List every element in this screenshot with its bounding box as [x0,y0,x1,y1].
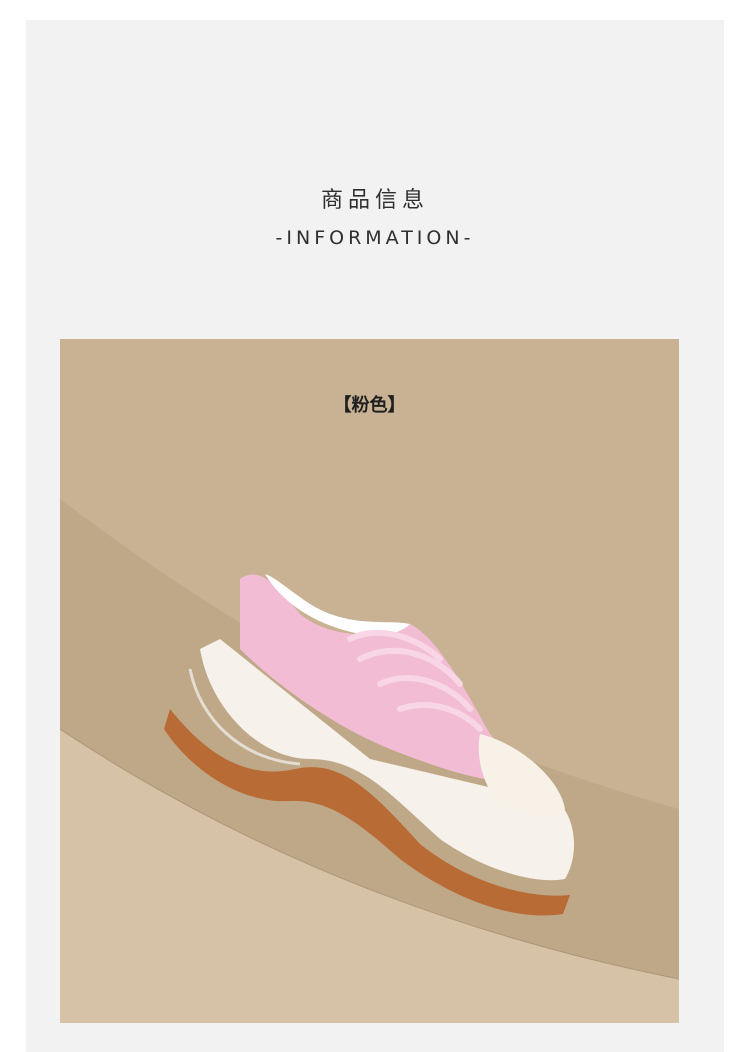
sneaker-illustration [60,339,679,1023]
color-variant-label: 【粉色】 [333,395,406,416]
product-photo: 【粉色】 [60,339,679,1023]
section-title-cn: 商品信息 [320,188,429,213]
section-title-en: -INFORMATION- [275,227,475,249]
